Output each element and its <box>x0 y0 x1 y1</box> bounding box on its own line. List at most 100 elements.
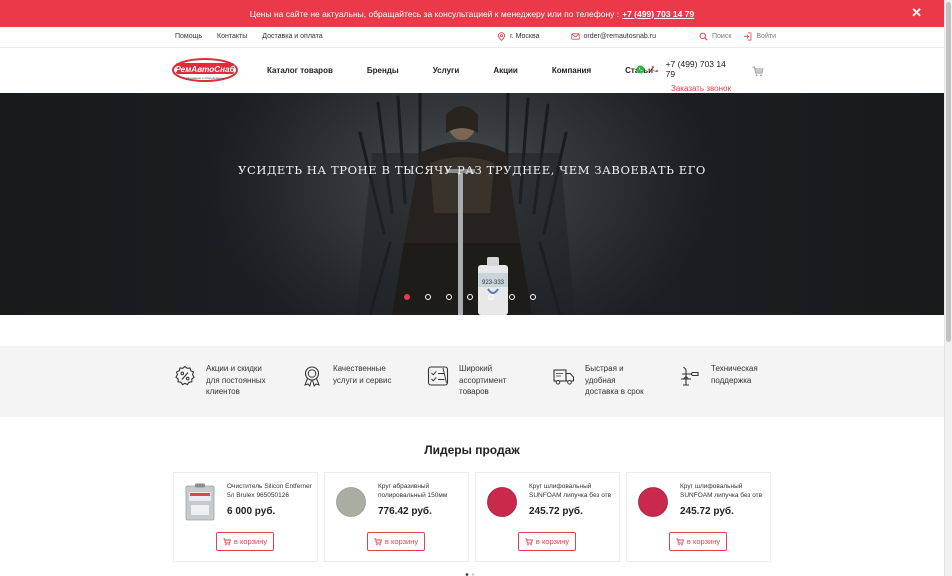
product-price: 6 000 руб. <box>227 506 276 517</box>
product-card[interactable]: Круг шлифовальный SUNFOAM липучка без от… <box>475 472 620 562</box>
cart-icon <box>374 537 382 545</box>
feature-support-text: Техническая поддержка <box>711 364 758 385</box>
top-link-delivery[interactable]: Доставка и оплата <box>262 33 322 40</box>
grey-disc-image <box>336 487 366 517</box>
product-name[interactable]: Круг шлифовальный SUNFOAM липучка без от… <box>529 482 619 500</box>
product-price: 245.72 руб. <box>529 506 583 517</box>
add-to-cart-label: в корзину <box>233 537 268 546</box>
header: РемАвтоСнаб Автоэмали и оборудование Кат… <box>0 48 944 93</box>
feature-assortment-text: Широкий ассортимент товаров <box>459 364 507 396</box>
nav-services[interactable]: Услуги <box>433 66 460 75</box>
product-card[interactable]: Круг шлифовальный SUNFOAM липучка без от… <box>626 472 771 562</box>
slider-dot[interactable] <box>467 294 473 300</box>
scrollbar[interactable] <box>944 0 952 576</box>
svg-text:923-333: 923-333 <box>482 280 505 286</box>
slider-dot[interactable] <box>530 294 536 300</box>
product-image[interactable] <box>637 483 669 521</box>
product-image[interactable] <box>184 483 216 521</box>
main-nav: Каталог товаров Бренды Услуги Акции Комп… <box>267 66 687 75</box>
cart-icon <box>676 537 684 545</box>
nav-promotions[interactable]: Акции <box>493 66 518 75</box>
support-icon <box>681 366 699 386</box>
hero-image: 923-333 <box>356 93 575 315</box>
site-logo[interactable]: РемАвтоСнаб Автоэмали и оборудование <box>172 57 238 83</box>
city-selector[interactable]: г. Москва <box>497 32 540 41</box>
search-button[interactable]: Поиск <box>699 32 731 41</box>
checklist-icon <box>427 366 449 386</box>
whatsapp-icon[interactable] <box>636 65 645 74</box>
notice-text: Цены на сайте не актуальны, обращайтесь … <box>249 8 620 19</box>
login-button[interactable]: Войти <box>743 32 776 41</box>
top-link-contacts[interactable]: Контакты <box>217 33 247 40</box>
feature-assortment: Широкий ассортимент товаров <box>427 363 527 398</box>
callback-link[interactable]: Заказать звонок <box>671 84 736 93</box>
top-bar: Помощь Контакты Доставка и оплата г. Мос… <box>0 27 944 48</box>
scrollbar-thumb[interactable] <box>946 2 951 342</box>
login-icon <box>744 32 752 41</box>
search-label: Поиск <box>711 33 732 40</box>
slider-dot[interactable] <box>488 294 494 300</box>
nav-company[interactable]: Компания <box>552 66 591 75</box>
location-pin-icon <box>497 32 506 41</box>
cart-icon <box>525 537 533 545</box>
slider-dot[interactable] <box>425 294 431 300</box>
svg-text:РемАвтоСнаб: РемАвтоСнаб <box>175 64 235 74</box>
can-image <box>185 483 215 521</box>
top-links: Помощь Контакты Доставка и оплата <box>175 33 323 40</box>
nav-catalog[interactable]: Каталог товаров <box>267 66 333 75</box>
product-price: 245.72 руб. <box>680 506 734 517</box>
slider-dot[interactable] <box>509 294 515 300</box>
nav-brands[interactable]: Бренды <box>367 66 399 75</box>
email-label: order@remautosnab.ru <box>583 33 656 40</box>
feature-discounts-text: Акции и скидки для постоянных клиентов <box>206 364 266 396</box>
city-label: г. Москва <box>510 33 540 40</box>
add-to-cart-label: в корзину <box>535 537 570 546</box>
truck-icon <box>553 369 575 385</box>
product-image[interactable] <box>486 483 518 521</box>
page: Цены на сайте не актуальны, обращайтесь … <box>0 0 944 576</box>
leaders-title: Лидеры продаж <box>424 443 520 457</box>
top-link-help[interactable]: Помощь <box>175 33 202 40</box>
notice-bar: Цены на сайте не актуальны, обращайтесь … <box>0 0 944 27</box>
add-to-cart-button[interactable]: в корзину <box>669 532 727 551</box>
feature-delivery-text: Быстрая и удобная доставка в срок <box>585 364 644 396</box>
add-to-cart-button[interactable]: в корзину <box>367 532 425 551</box>
header-contact: +7 (499) 703 14 79 Заказать звонок <box>636 59 736 93</box>
product-card[interactable]: Очиститель Silicon Entferner 5л Brulex 9… <box>173 472 318 562</box>
cart-icon <box>223 537 231 545</box>
slider-dot[interactable] <box>446 294 452 300</box>
mail-icon <box>570 33 580 40</box>
cart-icon[interactable] <box>752 66 764 77</box>
product-name[interactable]: Очиститель Silicon Entferner 5л Brulex 9… <box>227 482 317 500</box>
feature-support: Техническая поддержка <box>679 363 779 387</box>
header-phone[interactable]: +7 (499) 703 14 79 <box>666 59 736 79</box>
logo-graphic: РемАвтоСнаб Автоэмали и оборудование <box>172 58 238 82</box>
product-name[interactable]: Круг абразивный полировальный 150мм <box>378 482 468 500</box>
features-strip: Акции и скидки для постоянных клиентов К… <box>0 346 944 417</box>
red-disc-image <box>487 487 517 517</box>
feature-discounts: Акции и скидки для постоянных клиентов <box>174 363 284 398</box>
product-card[interactable]: Круг абразивный полировальный 150мм 776.… <box>324 472 469 562</box>
svg-text:Автоэмали и оборудование: Автоэмали и оборудование <box>186 76 225 80</box>
award-icon <box>304 366 320 387</box>
slider-dots <box>404 294 536 300</box>
product-price: 776.42 руб. <box>378 506 432 517</box>
notice-phone-link[interactable]: +7 (499) 703 14 79 <box>622 9 694 19</box>
add-to-cart-button[interactable]: в корзину <box>216 532 274 551</box>
hero-title: Усидеть на троне в тысячу раз труднее, ч… <box>238 163 706 177</box>
feature-service: Качественные услуги и сервис <box>301 363 401 387</box>
product-image[interactable] <box>335 483 367 521</box>
add-to-cart-label: в корзину <box>384 537 419 546</box>
top-right: г. Москва order@remautosnab.ru Поиск Вой… <box>497 32 776 41</box>
red-disc-image <box>638 487 668 517</box>
hero-slider[interactable]: 923-333 Усидеть на троне в тысячу раз тр… <box>0 93 944 315</box>
login-label: Войти <box>756 33 776 40</box>
slider-dot[interactable] <box>404 294 410 300</box>
product-list: Очиститель Silicon Entferner 5л Brulex 9… <box>173 472 771 562</box>
close-icon[interactable]: ✕ <box>911 6 922 20</box>
product-name[interactable]: Круг шлифовальный SUNFOAM липучка без от… <box>680 482 770 500</box>
email-link[interactable]: order@remautosnab.ru <box>570 32 656 41</box>
feature-delivery: Быстрая и удобная доставка в срок <box>553 363 653 398</box>
add-to-cart-button[interactable]: в корзину <box>518 532 576 551</box>
feature-service-text: Качественные услуги и сервис <box>333 364 392 385</box>
